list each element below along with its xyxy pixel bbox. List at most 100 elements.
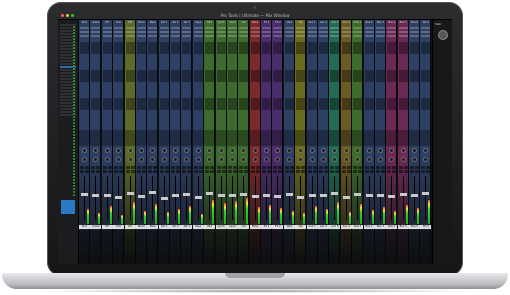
insert-slot[interactable] [159, 70, 169, 82]
mute-solo-button[interactable] [164, 166, 169, 169]
sends-section[interactable] [226, 130, 238, 146]
insert-slot[interactable] [114, 42, 124, 54]
insert-slot[interactable] [273, 42, 283, 54]
strip-name[interactable]: Bus 3 [375, 21, 386, 25]
io-selector[interactable] [273, 31, 283, 33]
sends-section[interactable] [192, 130, 204, 146]
mute-solo-button[interactable] [210, 166, 215, 169]
mute-solo-button[interactable] [91, 170, 96, 173]
strip-label[interactable]: Bus 6 [409, 225, 421, 229]
strip-label[interactable]: Bus 5 [397, 225, 409, 229]
mute-solo-button[interactable] [307, 166, 312, 169]
pan-knob[interactable] [298, 157, 304, 162]
io-selector[interactable] [341, 27, 351, 29]
mute-solo-button[interactable] [330, 170, 335, 173]
insert-slot[interactable] [364, 70, 374, 82]
strip-name[interactable]: HH [102, 21, 113, 25]
mute-solo-button[interactable] [387, 166, 392, 169]
pan-knob[interactable] [207, 148, 213, 153]
io-selector[interactable] [364, 35, 374, 37]
insert-slot[interactable] [182, 70, 192, 82]
sends-section[interactable] [363, 130, 375, 146]
strip-label[interactable]: Bus 4 [386, 225, 398, 229]
strip-label[interactable]: Gtr 3 [181, 225, 193, 229]
insert-slot[interactable] [102, 42, 112, 54]
sends-section[interactable] [215, 130, 227, 146]
sends-section[interactable] [261, 130, 273, 146]
insert-slot[interactable] [250, 70, 260, 82]
io-selector[interactable] [307, 27, 317, 29]
pan-knob[interactable] [355, 157, 361, 162]
insert-slot[interactable] [341, 42, 351, 54]
insert-slot[interactable] [171, 98, 181, 110]
insert-slot[interactable] [227, 42, 237, 54]
strip-name[interactable]: Bus 4 [386, 21, 397, 25]
mute-solo-button[interactable] [176, 170, 181, 173]
strip-label[interactable]: Synth [215, 225, 227, 229]
insert-slot[interactable] [148, 98, 158, 110]
insert-slot[interactable] [318, 70, 328, 82]
pan-knob[interactable] [264, 148, 270, 153]
pan-knob[interactable] [423, 148, 429, 153]
mute-solo-button[interactable] [221, 170, 226, 173]
strip-name[interactable]: Dly [295, 21, 306, 25]
selected-track-indicator[interactable] [61, 200, 75, 214]
io-selector[interactable] [125, 27, 135, 29]
io-selector[interactable] [239, 27, 249, 29]
strip-name[interactable]: BVox [250, 21, 261, 25]
strip-label[interactable]: HH [101, 225, 113, 229]
mute-solo-button[interactable] [125, 170, 130, 173]
mute-solo-button[interactable] [289, 166, 294, 169]
pan-knob[interactable] [264, 157, 270, 162]
insert-slot[interactable] [318, 42, 328, 54]
mute-solo-button[interactable] [80, 170, 84, 173]
insert-slot[interactable] [193, 98, 203, 110]
volume-fader[interactable] [319, 194, 327, 198]
volume-fader[interactable] [206, 192, 214, 196]
io-selector[interactable] [341, 35, 351, 37]
mute-solo-button[interactable] [119, 166, 124, 169]
strip-name[interactable]: Gtr 1 [159, 21, 170, 25]
strip-label[interactable]: Bus 3 [374, 225, 386, 229]
pan-knob[interactable] [161, 157, 167, 162]
io-selector[interactable] [284, 31, 294, 33]
mute-solo-button[interactable] [289, 170, 294, 173]
pan-knob[interactable] [229, 157, 235, 162]
strip-label[interactable]: FX 1 [261, 225, 273, 229]
volume-fader[interactable] [149, 190, 157, 194]
io-selector[interactable] [182, 31, 192, 33]
volume-fader[interactable] [103, 193, 111, 197]
insert-slot[interactable] [364, 98, 374, 110]
volume-fader[interactable] [217, 193, 225, 197]
mute-solo-button[interactable] [210, 170, 215, 173]
io-selector[interactable] [296, 35, 306, 37]
io-selector[interactable] [102, 31, 112, 33]
strip-name[interactable]: Aux 3 [329, 21, 340, 25]
pan-knob[interactable] [104, 157, 110, 162]
insert-slot[interactable] [421, 42, 431, 54]
sends-section[interactable] [181, 130, 193, 146]
volume-fader[interactable] [194, 195, 202, 199]
pan-knob[interactable] [343, 157, 349, 162]
strip-name[interactable]: Aux 2 [318, 21, 329, 25]
mute-solo-button[interactable] [410, 166, 415, 169]
insert-slot[interactable] [182, 98, 192, 110]
sends-section[interactable] [124, 130, 136, 146]
mute-solo-button[interactable] [369, 166, 374, 169]
mute-solo-button[interactable] [198, 170, 203, 173]
mute-solo-button[interactable] [182, 170, 187, 173]
volume-fader[interactable] [297, 196, 305, 200]
mute-solo-button[interactable] [330, 166, 335, 169]
pan-knob[interactable] [309, 157, 315, 162]
strip-name[interactable]: FX 1 [261, 21, 272, 25]
mute-solo-button[interactable] [176, 166, 181, 169]
mute-solo-button[interactable] [296, 170, 301, 173]
sends-section[interactable] [409, 130, 421, 146]
strip-name[interactable]: Keys [193, 21, 204, 25]
strip-name[interactable]: Vox [238, 21, 249, 25]
mute-solo-button[interactable] [426, 166, 431, 169]
insert-slot[interactable] [262, 98, 272, 110]
strip-name[interactable]: Aux 4 [341, 21, 352, 25]
volume-fader[interactable] [285, 193, 293, 197]
io-selector[interactable] [262, 31, 272, 33]
